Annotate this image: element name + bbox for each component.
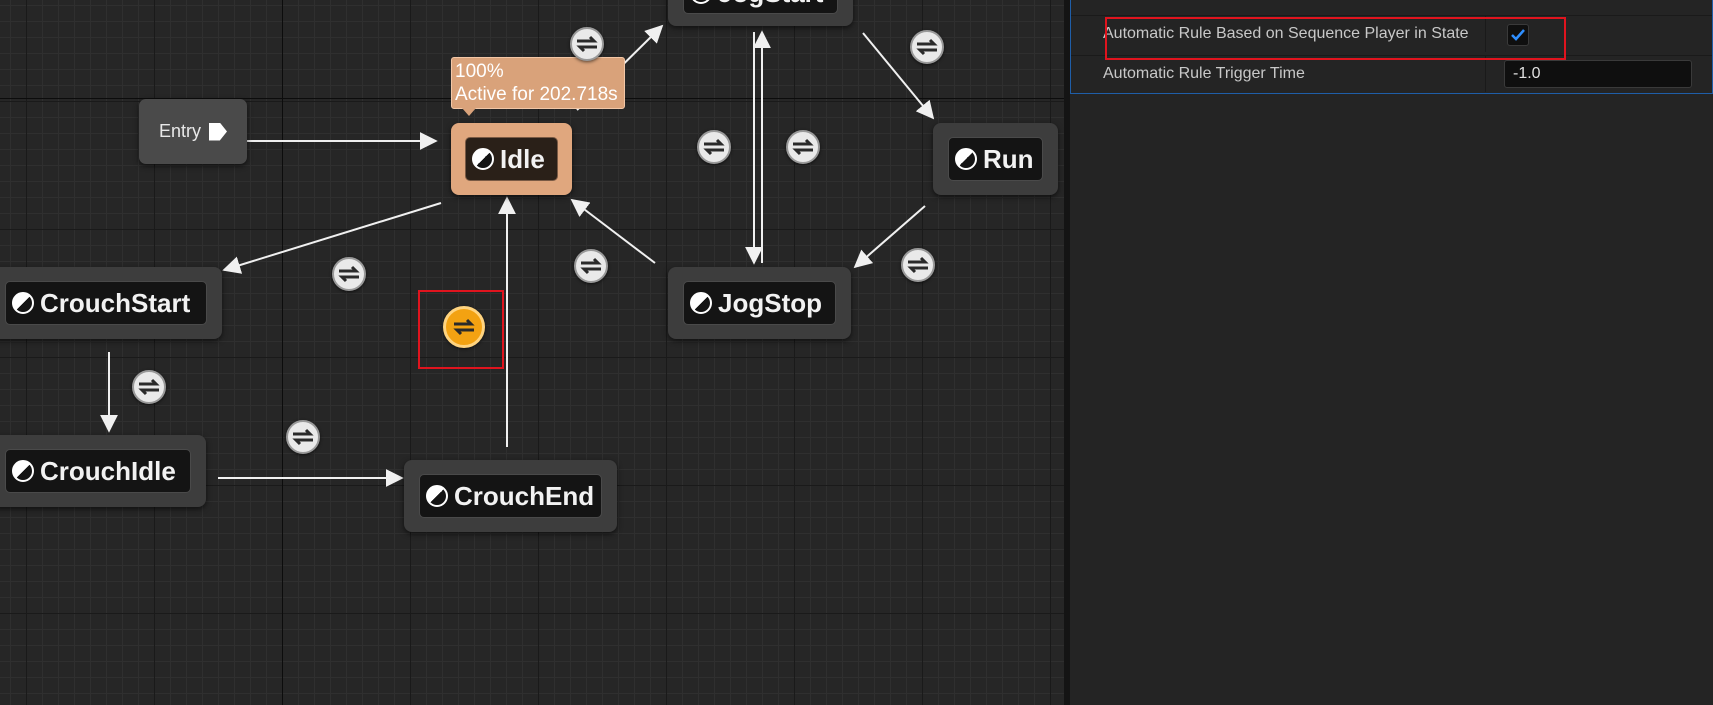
transition-rule-icon[interactable]: [570, 27, 604, 61]
state-icon: [426, 485, 448, 507]
state-title: Run: [983, 143, 1034, 174]
transition-rule-icon[interactable]: [574, 249, 608, 283]
state-node-idle[interactable]: Idle: [451, 123, 572, 195]
transition-arrows-icon: [907, 256, 929, 274]
transition-rule-icon[interactable]: [132, 370, 166, 404]
checkbox-row-highlight: [1105, 17, 1566, 60]
state-title: CrouchIdle: [40, 455, 176, 486]
state-node-crouchend[interactable]: CrouchEnd: [404, 460, 617, 532]
state-icon: [472, 148, 494, 170]
transition-arrows-icon: [138, 378, 160, 396]
property-label: Automatic Rule Trigger Time: [1103, 65, 1305, 82]
state-icon: [955, 148, 977, 170]
state-icon: [12, 460, 34, 482]
transition-arrows-icon: [576, 35, 598, 53]
transition-rule-icon[interactable]: [286, 420, 320, 454]
state-node-jogstop[interactable]: JogStop: [668, 267, 851, 339]
state-title: JogStop: [718, 287, 822, 318]
transition-rule-icon[interactable]: [332, 257, 366, 291]
selected-transition-highlight: [418, 290, 504, 369]
transition-arrows-icon: [703, 138, 725, 156]
entry-node[interactable]: Entry: [139, 99, 247, 164]
state-icon: [690, 292, 712, 314]
entry-exec-pin-icon: [209, 122, 227, 141]
state-title: CrouchStart: [40, 287, 191, 318]
transition-arrows-icon: [580, 257, 602, 275]
state-node-jogstart[interactable]: JogStart: [668, 0, 853, 26]
transition-arrows-icon: [338, 265, 360, 283]
trigger-time-input[interactable]: -1.0: [1504, 60, 1692, 88]
animation-state-graph[interactable]: JogStart Entry Idle 100% Active for 202.…: [0, 0, 1064, 705]
transition-rule-icon[interactable]: [910, 30, 944, 64]
transition-rule-icon[interactable]: [786, 130, 820, 164]
tooltip-weight: 100%: [455, 61, 504, 82]
active-state-tooltip: 100% Active for 202.718s: [451, 57, 625, 116]
column-divider: [1485, 56, 1486, 92]
transition-rule-icon[interactable]: [697, 130, 731, 164]
state-icon: [12, 292, 34, 314]
state-title: CrouchEnd: [454, 480, 595, 511]
tooltip-active-time: Active for 202.718s: [455, 84, 618, 105]
transition-rule-icon[interactable]: [901, 248, 935, 282]
property-row-trigger-time: Automatic Rule Trigger Time -1.0: [1071, 55, 1712, 92]
state-node-crouchidle[interactable]: CrouchIdle: [0, 435, 206, 507]
state-title: JogStart: [718, 0, 823, 9]
wire-idle-to-crouchstart: [222, 202, 442, 274]
details-panel: Automatic Rule Based on Sequence Player …: [1070, 0, 1713, 705]
transition-arrows-icon: [292, 428, 314, 446]
state-node-run[interactable]: Run: [933, 123, 1058, 195]
state-icon: [690, 0, 712, 4]
state-node-crouchstart[interactable]: CrouchStart: [0, 267, 222, 339]
state-title: Idle: [500, 143, 545, 174]
transition-arrows-icon: [916, 38, 938, 56]
entry-label: Entry: [158, 121, 201, 141]
transition-arrows-icon: [792, 138, 814, 156]
